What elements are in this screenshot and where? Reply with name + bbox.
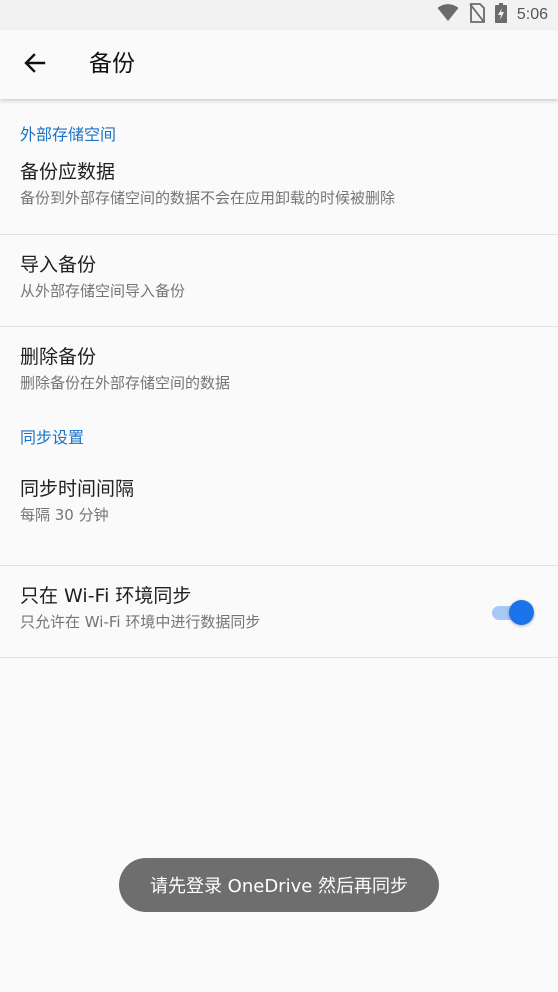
category-external-storage: 外部存储空间	[20, 125, 117, 144]
toggle-thumb	[509, 600, 534, 625]
back-button[interactable]	[14, 44, 56, 86]
status-bar: 5:06	[0, 0, 558, 30]
wifi-only-toggle[interactable]	[492, 600, 534, 626]
pref-title: 导入备份	[20, 254, 97, 276]
pref-summary: 从外部存储空间导入备份	[20, 282, 186, 300]
status-icons: 5:06	[437, 0, 548, 30]
battery-charging-icon	[494, 3, 507, 27]
divider	[0, 657, 558, 658]
pref-wifi-only-sync[interactable]: 只在 Wi-Fi 环境同步 只允许在 Wi-Fi 环境中进行数据同步	[0, 566, 558, 657]
pref-import-backup[interactable]: 导入备份 从外部存储空间导入备份	[0, 235, 558, 326]
preferences-list: 外部存储空间 备份应数据 备份到外部存储空间的数据不会在应用卸载的时候被删除 导…	[0, 99, 558, 658]
app-bar: 备份	[0, 30, 558, 99]
no-sim-icon	[469, 3, 485, 27]
status-time: 5:06	[516, 6, 548, 23]
toast-message: 请先登录 OneDrive 然后再同步	[119, 858, 439, 912]
pref-title: 删除备份	[20, 346, 97, 368]
category-sync-settings: 同步设置	[20, 428, 85, 447]
pref-summary: 删除备份在外部存储空间的数据	[20, 374, 231, 392]
pref-summary: 每隔 30 分钟	[20, 506, 109, 524]
pref-title: 只在 Wi-Fi 环境同步	[20, 585, 192, 607]
pref-sync-interval[interactable]: 同步时间间隔 每隔 30 分钟	[0, 476, 558, 565]
wifi-icon	[437, 4, 459, 26]
pref-title: 同步时间间隔	[20, 478, 135, 500]
page-title: 备份	[89, 51, 135, 77]
pref-summary: 备份到外部存储空间的数据不会在应用卸载的时候被删除	[20, 189, 396, 207]
arrow-back-icon	[23, 51, 47, 79]
pref-backup-data[interactable]: 备份应数据 备份到外部存储空间的数据不会在应用卸载的时候被删除	[0, 159, 558, 234]
pref-summary: 只允许在 Wi-Fi 环境中进行数据同步	[20, 613, 261, 631]
pref-title: 备份应数据	[20, 161, 116, 183]
pref-delete-backup[interactable]: 删除备份 删除备份在外部存储空间的数据	[0, 327, 558, 412]
